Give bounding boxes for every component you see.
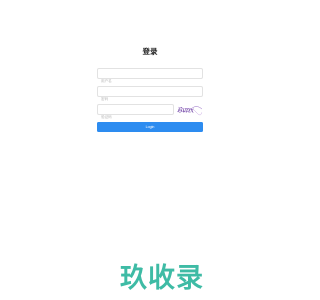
captcha-row: 6vnx xyxy=(97,103,203,122)
username-input[interactable] xyxy=(98,76,202,86)
page-title: 登录 xyxy=(142,47,158,56)
username-field[interactable] xyxy=(97,68,203,86)
captcha-field[interactable] xyxy=(97,104,174,122)
password-field[interactable] xyxy=(97,86,203,104)
login-form: 登录 6vnx Login xyxy=(97,45,203,132)
captcha-image[interactable]: 6vnx xyxy=(176,103,203,116)
captcha-input[interactable] xyxy=(98,112,173,122)
page: 登录 6vnx Login 玖收录 xyxy=(0,0,300,300)
watermark-logo: 玖收录 xyxy=(120,263,204,292)
watermark-text: 玖收录 xyxy=(120,263,204,292)
captcha-text: 6vnx xyxy=(178,107,194,115)
login-button[interactable]: Login xyxy=(97,122,203,132)
